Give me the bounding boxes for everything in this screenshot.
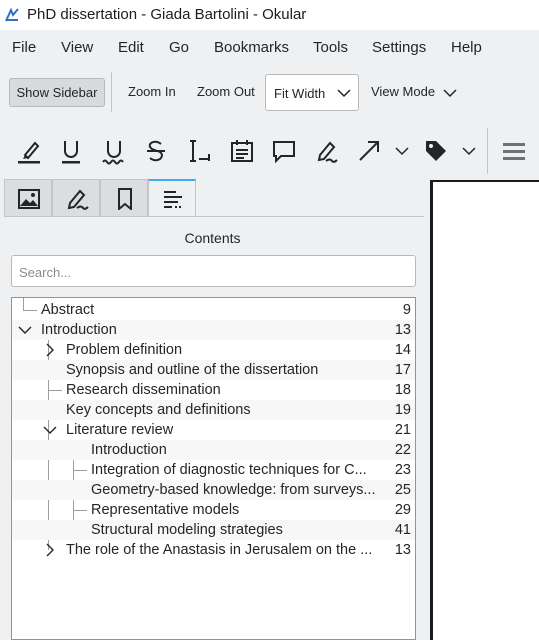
window-title: PhD dissertation - Giada Bartolini - Oku… [27, 6, 307, 23]
toc-label: Introduction [91, 442, 167, 458]
contents-icon [164, 191, 182, 208]
menu-help[interactable]: Help [451, 39, 482, 56]
toc-search-input[interactable] [19, 263, 409, 281]
arrow-icon[interactable] [355, 137, 383, 165]
toc-page: 25 [394, 482, 411, 498]
toc-label: Introduction [41, 322, 117, 338]
chevron-down-icon [337, 89, 351, 98]
toc-row-synopsis[interactable]: Synopsis and outline of the dissertation… [12, 360, 415, 380]
toc-label: Representative models [91, 502, 240, 518]
zoom-out-button[interactable]: Zoom Out [197, 84, 255, 99]
note-icon[interactable] [228, 137, 256, 165]
toc-page: 21 [394, 422, 411, 438]
sidebar-tabs [4, 179, 424, 217]
toc-label: Integration of diagnostic techniques for… [91, 462, 367, 478]
chevron-down-icon[interactable] [395, 146, 409, 156]
annotation-toolbar [0, 124, 539, 178]
toc-label: Problem definition [66, 342, 183, 358]
zoom-in-button[interactable]: Zoom In [128, 84, 176, 99]
menu-file[interactable]: File [12, 39, 36, 56]
expanded-chevron-icon[interactable] [18, 326, 32, 335]
toc-page: 13 [394, 322, 411, 338]
annotations-icon [67, 189, 89, 210]
toc-row-lit-introduction[interactable]: Introduction 22 [12, 440, 415, 460]
expanded-chevron-icon[interactable] [43, 426, 57, 435]
zoom-mode-value: Fit Width [274, 86, 326, 101]
toc-label: Key concepts and definitions [66, 402, 251, 418]
toolbar-separator [487, 128, 488, 174]
toc-row-research-dissemination[interactable]: Research dissemination 18 [12, 380, 415, 400]
toc-row-representative-models[interactable]: Representative models 29 [12, 500, 415, 520]
toc-page: 19 [394, 402, 411, 418]
title-bar: PhD dissertation - Giada Bartolini - Oku… [0, 0, 539, 30]
menu-tools[interactable]: Tools [313, 39, 348, 56]
collapsed-chevron-icon[interactable] [46, 543, 55, 557]
toc-page: 13 [394, 542, 411, 558]
toc-row-anastasis[interactable]: The role of the Anastasis in Jerusalem o… [12, 540, 415, 560]
freehand-icon[interactable] [312, 137, 340, 165]
contents-title: Contents [184, 230, 241, 246]
toc-label: Research dissemination [66, 382, 221, 398]
tab-annotations[interactable] [52, 179, 100, 217]
show-sidebar-button[interactable]: Show Sidebar [9, 78, 105, 107]
toc-label: Synopsis and outline of the dissertation [66, 362, 319, 378]
squiggle-icon[interactable] [100, 137, 128, 165]
view-mode-button[interactable]: View Mode [371, 84, 435, 99]
toc-row-introduction[interactable]: Introduction 13 [12, 320, 415, 340]
toc-row-abstract[interactable]: Abstract 9 [12, 300, 415, 320]
menu-icon[interactable] [500, 137, 528, 165]
zoom-mode-select[interactable]: Fit Width [265, 74, 359, 111]
typewriter-icon[interactable] [185, 137, 213, 165]
tab-bookmarks[interactable] [100, 179, 148, 217]
toc-label: Geometry-based knowledge: from surveys..… [91, 482, 376, 498]
tab-thumbnails[interactable] [4, 179, 52, 217]
strikeout-icon[interactable] [142, 137, 170, 165]
menu-settings[interactable]: Settings [372, 39, 426, 56]
menu-bar: File View Edit Go Bookmarks Tools Settin… [0, 30, 539, 64]
tab-contents[interactable] [148, 179, 196, 217]
menu-go[interactable]: Go [169, 39, 189, 56]
toc-row-literature-review[interactable]: Literature review 21 [12, 420, 415, 440]
toc-label: Abstract [41, 302, 95, 318]
collapsed-chevron-icon[interactable] [46, 343, 55, 357]
thumbnails-icon [18, 189, 40, 209]
menu-bookmarks[interactable]: Bookmarks [214, 39, 289, 56]
toc-row-problem-definition[interactable]: Problem definition 14 [12, 340, 415, 360]
toolbar-separator [111, 72, 112, 112]
toc-search-field[interactable] [11, 255, 416, 287]
chevron-down-icon[interactable] [462, 146, 476, 156]
toc-page: 14 [394, 342, 411, 358]
highlighter-icon[interactable] [15, 137, 43, 165]
stamp-icon[interactable] [422, 137, 450, 165]
toc-page: 22 [394, 442, 411, 458]
comment-icon[interactable] [270, 137, 298, 165]
toc-page: 41 [394, 522, 411, 538]
underline-icon[interactable] [57, 137, 85, 165]
toc-page: 17 [394, 362, 411, 378]
chevron-down-icon[interactable] [443, 88, 457, 98]
menu-view[interactable]: View [61, 39, 93, 56]
main-toolbar: Show Sidebar Zoom In Zoom Out Fit Width … [0, 64, 539, 120]
toc-label: Literature review [66, 422, 174, 438]
toc-page: 29 [394, 502, 411, 518]
toc-label: Structural modeling strategies [91, 522, 283, 538]
toc-row-structural-modeling[interactable]: Structural modeling strategies 41 [12, 520, 415, 540]
toc-page: 23 [394, 462, 411, 478]
toc-label: The role of the Anastasis in Jerusalem o… [66, 542, 373, 558]
toc-page: 9 [402, 302, 411, 318]
bookmarks-icon [118, 188, 132, 210]
table-of-contents[interactable]: Abstract 9 Introduction 13 Problem defin… [11, 297, 416, 640]
okular-app-icon [5, 7, 19, 22]
document-page[interactable] [430, 180, 539, 640]
menu-edit[interactable]: Edit [118, 39, 144, 56]
toc-row-integration[interactable]: Integration of diagnostic techniques for… [12, 460, 415, 480]
tabs-divider [4, 216, 424, 217]
toc-row-key-concepts[interactable]: Key concepts and definitions 19 [12, 400, 415, 420]
toc-page: 18 [394, 382, 411, 398]
toc-row-geometry[interactable]: Geometry-based knowledge: from surveys..… [12, 480, 415, 500]
